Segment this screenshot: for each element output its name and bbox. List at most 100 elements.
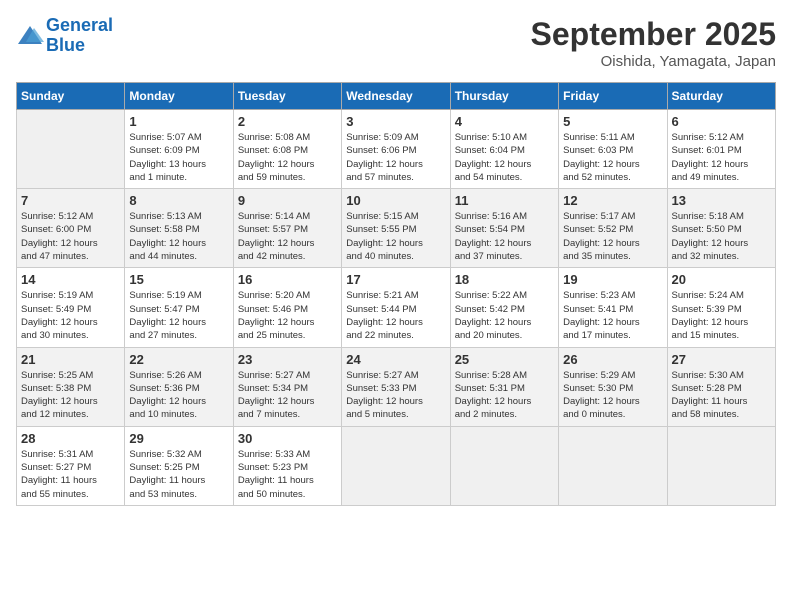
day-detail: Sunrise: 5:22 AM Sunset: 5:42 PM Dayligh… bbox=[455, 289, 554, 342]
day-detail: Sunrise: 5:19 AM Sunset: 5:49 PM Dayligh… bbox=[21, 289, 120, 342]
calendar-week-row: 1 Sunrise: 5:07 AM Sunset: 6:09 PM Daylig… bbox=[17, 110, 776, 189]
day-detail: Sunrise: 5:26 AM Sunset: 5:36 PM Dayligh… bbox=[129, 369, 228, 422]
calendar-day-cell bbox=[342, 426, 450, 505]
calendar-table: SundayMondayTuesdayWednesdayThursdayFrid… bbox=[16, 82, 776, 506]
calendar-day-cell bbox=[667, 426, 775, 505]
calendar-day-cell bbox=[450, 426, 558, 505]
calendar-day-cell: 30 Sunrise: 5:33 AM Sunset: 5:23 PM Dayli… bbox=[233, 426, 341, 505]
day-detail: Sunrise: 5:33 AM Sunset: 5:23 PM Dayligh… bbox=[238, 448, 337, 501]
day-detail: Sunrise: 5:13 AM Sunset: 5:58 PM Dayligh… bbox=[129, 210, 228, 263]
day-detail: Sunrise: 5:27 AM Sunset: 5:33 PM Dayligh… bbox=[346, 369, 445, 422]
calendar-day-cell: 2Sunrise: 5:08 AM Sunset: 6:08 PM Daylig… bbox=[233, 110, 341, 189]
calendar-day-cell: 29Sunrise: 5:32 AM Sunset: 5:25 PM Dayli… bbox=[125, 426, 233, 505]
calendar-day-cell: 26 Sunrise: 5:29 AM Sunset: 5:30 PM Dayli… bbox=[559, 347, 667, 426]
calendar-week-row: 21Sunrise: 5:25 AM Sunset: 5:38 PM Dayli… bbox=[17, 347, 776, 426]
calendar-day-cell: 28Sunrise: 5:31 AM Sunset: 5:27 PM Dayli… bbox=[17, 426, 125, 505]
day-detail: Sunrise: 5:27 AM Sunset: 5:34 PM Dayligh… bbox=[238, 369, 337, 422]
day-detail: Sunrise: 5:17 AM Sunset: 5:52 PM Dayligh… bbox=[563, 210, 662, 263]
day-number: 16 bbox=[238, 272, 337, 287]
weekday-header: Thursday bbox=[450, 83, 558, 110]
day-detail: Sunrise: 5:20 AM Sunset: 5:46 PM Dayligh… bbox=[238, 289, 337, 342]
calendar-day-cell bbox=[17, 110, 125, 189]
calendar-day-cell: 7 Sunrise: 5:12 AM Sunset: 6:00 PM Daylig… bbox=[17, 189, 125, 268]
calendar-day-cell: 20 Sunrise: 5:24 AM Sunset: 5:39 PM Dayli… bbox=[667, 268, 775, 347]
page-header: General Blue September 2025 Oishida, Yam… bbox=[16, 16, 776, 70]
calendar-day-cell: 17Sunrise: 5:21 AM Sunset: 5:44 PM Dayli… bbox=[342, 268, 450, 347]
calendar-day-cell: 19 Sunrise: 5:23 AM Sunset: 5:41 PM Dayli… bbox=[559, 268, 667, 347]
day-detail: Sunrise: 5:09 AM Sunset: 6:06 PM Dayligh… bbox=[346, 131, 445, 184]
calendar-day-cell: 4 Sunrise: 5:10 AM Sunset: 6:04 PM Daylig… bbox=[450, 110, 558, 189]
day-number: 20 bbox=[672, 272, 771, 287]
calendar-day-cell: 3 Sunrise: 5:09 AM Sunset: 6:06 PM Daylig… bbox=[342, 110, 450, 189]
day-number: 30 bbox=[238, 431, 337, 446]
calendar-day-cell: 21Sunrise: 5:25 AM Sunset: 5:38 PM Dayli… bbox=[17, 347, 125, 426]
day-detail: Sunrise: 5:31 AM Sunset: 5:27 PM Dayligh… bbox=[21, 448, 120, 501]
day-number: 11 bbox=[455, 193, 554, 208]
title-block: September 2025 Oishida, Yamagata, Japan bbox=[531, 16, 776, 70]
calendar-week-row: 7 Sunrise: 5:12 AM Sunset: 6:00 PM Daylig… bbox=[17, 189, 776, 268]
day-number: 10 bbox=[346, 193, 445, 208]
day-number: 5 bbox=[563, 114, 662, 129]
day-number: 18 bbox=[455, 272, 554, 287]
calendar-day-cell: 15Sunrise: 5:19 AM Sunset: 5:47 PM Dayli… bbox=[125, 268, 233, 347]
weekday-header: Friday bbox=[559, 83, 667, 110]
logo-icon bbox=[16, 22, 44, 50]
location: Oishida, Yamagata, Japan bbox=[531, 53, 776, 70]
calendar-day-cell: 10 Sunrise: 5:15 AM Sunset: 5:55 PM Dayli… bbox=[342, 189, 450, 268]
calendar-day-cell: 16 Sunrise: 5:20 AM Sunset: 5:46 PM Dayli… bbox=[233, 268, 341, 347]
calendar-day-cell: 11 Sunrise: 5:16 AM Sunset: 5:54 PM Dayli… bbox=[450, 189, 558, 268]
day-number: 19 bbox=[563, 272, 662, 287]
day-detail: Sunrise: 5:19 AM Sunset: 5:47 PM Dayligh… bbox=[129, 289, 228, 342]
day-number: 27 bbox=[672, 352, 771, 367]
calendar-week-row: 14 Sunrise: 5:19 AM Sunset: 5:49 PM Dayli… bbox=[17, 268, 776, 347]
logo-text: General Blue bbox=[46, 16, 113, 56]
day-number: 14 bbox=[21, 272, 120, 287]
day-number: 7 bbox=[21, 193, 120, 208]
day-number: 17 bbox=[346, 272, 445, 287]
day-number: 21 bbox=[21, 352, 120, 367]
day-detail: Sunrise: 5:11 AM Sunset: 6:03 PM Dayligh… bbox=[563, 131, 662, 184]
calendar-day-cell: 12 Sunrise: 5:17 AM Sunset: 5:52 PM Dayli… bbox=[559, 189, 667, 268]
day-detail: Sunrise: 5:16 AM Sunset: 5:54 PM Dayligh… bbox=[455, 210, 554, 263]
day-detail: Sunrise: 5:15 AM Sunset: 5:55 PM Dayligh… bbox=[346, 210, 445, 263]
day-detail: Sunrise: 5:28 AM Sunset: 5:31 PM Dayligh… bbox=[455, 369, 554, 422]
weekday-header: Monday bbox=[125, 83, 233, 110]
day-detail: Sunrise: 5:18 AM Sunset: 5:50 PM Dayligh… bbox=[672, 210, 771, 263]
day-number: 13 bbox=[672, 193, 771, 208]
calendar-day-cell: 22 Sunrise: 5:26 AM Sunset: 5:36 PM Dayli… bbox=[125, 347, 233, 426]
day-number: 25 bbox=[455, 352, 554, 367]
weekday-header: Sunday bbox=[17, 83, 125, 110]
calendar-day-cell: 14 Sunrise: 5:19 AM Sunset: 5:49 PM Dayli… bbox=[17, 268, 125, 347]
day-number: 23 bbox=[238, 352, 337, 367]
calendar-day-cell: 27 Sunrise: 5:30 AM Sunset: 5:28 PM Dayli… bbox=[667, 347, 775, 426]
day-detail: Sunrise: 5:10 AM Sunset: 6:04 PM Dayligh… bbox=[455, 131, 554, 184]
day-detail: Sunrise: 5:24 AM Sunset: 5:39 PM Dayligh… bbox=[672, 289, 771, 342]
weekday-header: Tuesday bbox=[233, 83, 341, 110]
day-detail: Sunrise: 5:12 AM Sunset: 6:00 PM Dayligh… bbox=[21, 210, 120, 263]
calendar-day-cell: 8Sunrise: 5:13 AM Sunset: 5:58 PM Daylig… bbox=[125, 189, 233, 268]
day-number: 9 bbox=[238, 193, 337, 208]
weekday-header: Wednesday bbox=[342, 83, 450, 110]
day-detail: Sunrise: 5:29 AM Sunset: 5:30 PM Dayligh… bbox=[563, 369, 662, 422]
day-number: 3 bbox=[346, 114, 445, 129]
calendar-day-cell: 1 Sunrise: 5:07 AM Sunset: 6:09 PM Daylig… bbox=[125, 110, 233, 189]
day-number: 24 bbox=[346, 352, 445, 367]
day-number: 2 bbox=[238, 114, 337, 129]
day-number: 6 bbox=[672, 114, 771, 129]
month-title: September 2025 bbox=[531, 16, 776, 53]
day-number: 4 bbox=[455, 114, 554, 129]
day-detail: Sunrise: 5:30 AM Sunset: 5:28 PM Dayligh… bbox=[672, 369, 771, 422]
day-number: 12 bbox=[563, 193, 662, 208]
day-number: 22 bbox=[129, 352, 228, 367]
day-detail: Sunrise: 5:14 AM Sunset: 5:57 PM Dayligh… bbox=[238, 210, 337, 263]
day-detail: Sunrise: 5:32 AM Sunset: 5:25 PM Dayligh… bbox=[129, 448, 228, 501]
calendar-day-cell: 13 Sunrise: 5:18 AM Sunset: 5:50 PM Dayli… bbox=[667, 189, 775, 268]
day-detail: Sunrise: 5:23 AM Sunset: 5:41 PM Dayligh… bbox=[563, 289, 662, 342]
calendar-day-cell: 24 Sunrise: 5:27 AM Sunset: 5:33 PM Dayli… bbox=[342, 347, 450, 426]
logo: General Blue bbox=[16, 16, 113, 56]
day-detail: Sunrise: 5:12 AM Sunset: 6:01 PM Dayligh… bbox=[672, 131, 771, 184]
day-number: 1 bbox=[129, 114, 228, 129]
day-number: 26 bbox=[563, 352, 662, 367]
calendar-week-row: 28Sunrise: 5:31 AM Sunset: 5:27 PM Dayli… bbox=[17, 426, 776, 505]
day-detail: Sunrise: 5:07 AM Sunset: 6:09 PM Dayligh… bbox=[129, 131, 228, 184]
